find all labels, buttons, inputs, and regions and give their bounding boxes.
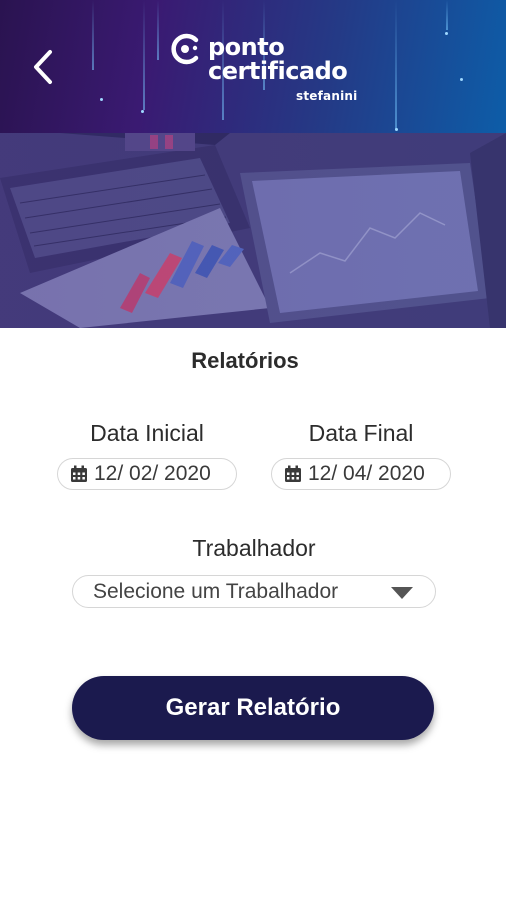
caret-down-icon	[391, 587, 413, 599]
decor-line	[446, 0, 448, 30]
start-date-value: 12/ 02/ 2020	[94, 462, 211, 485]
decor-line	[143, 0, 145, 110]
worker-label: Trabalhador	[192, 535, 316, 561]
start-date-field[interactable]: 12/ 02/ 2020	[57, 458, 237, 490]
decor-line	[92, 0, 94, 70]
decor-dot	[445, 32, 448, 35]
decor-dot	[100, 98, 103, 101]
brand-name-line1: ponto	[208, 33, 285, 61]
hero-tint	[0, 133, 506, 328]
brand-sub: stefanini	[296, 89, 358, 103]
brand-name-line2: certificado	[208, 57, 348, 85]
decor-dot	[141, 110, 144, 113]
brand-mark-icon	[171, 33, 199, 65]
decor-dot	[460, 78, 463, 81]
chevron-left-icon	[34, 50, 52, 84]
calendar-icon	[71, 465, 87, 482]
decor-line	[395, 0, 397, 130]
app-header: ponto certificado stefanini	[0, 0, 506, 133]
page-title: Relatórios	[191, 348, 299, 373]
hero-image	[0, 133, 506, 328]
start-date-label: Data Inicial	[90, 420, 204, 446]
worker-select-value: Selecione um Trabalhador	[93, 579, 339, 603]
calendar-icon	[285, 465, 301, 482]
decor-dot	[395, 128, 398, 131]
decor-line	[157, 0, 159, 60]
end-date-label: Data Final	[308, 420, 414, 446]
worker-select[interactable]: Selecione um Trabalhador	[72, 575, 436, 608]
end-date-value: 12/ 04/ 2020	[308, 462, 425, 485]
end-date-field[interactable]: 12/ 04/ 2020	[271, 458, 451, 490]
generate-report-button[interactable]: Gerar Relatório	[72, 676, 434, 740]
brand-logo: ponto certificado stefanini	[168, 32, 368, 112]
back-button[interactable]	[30, 46, 60, 88]
